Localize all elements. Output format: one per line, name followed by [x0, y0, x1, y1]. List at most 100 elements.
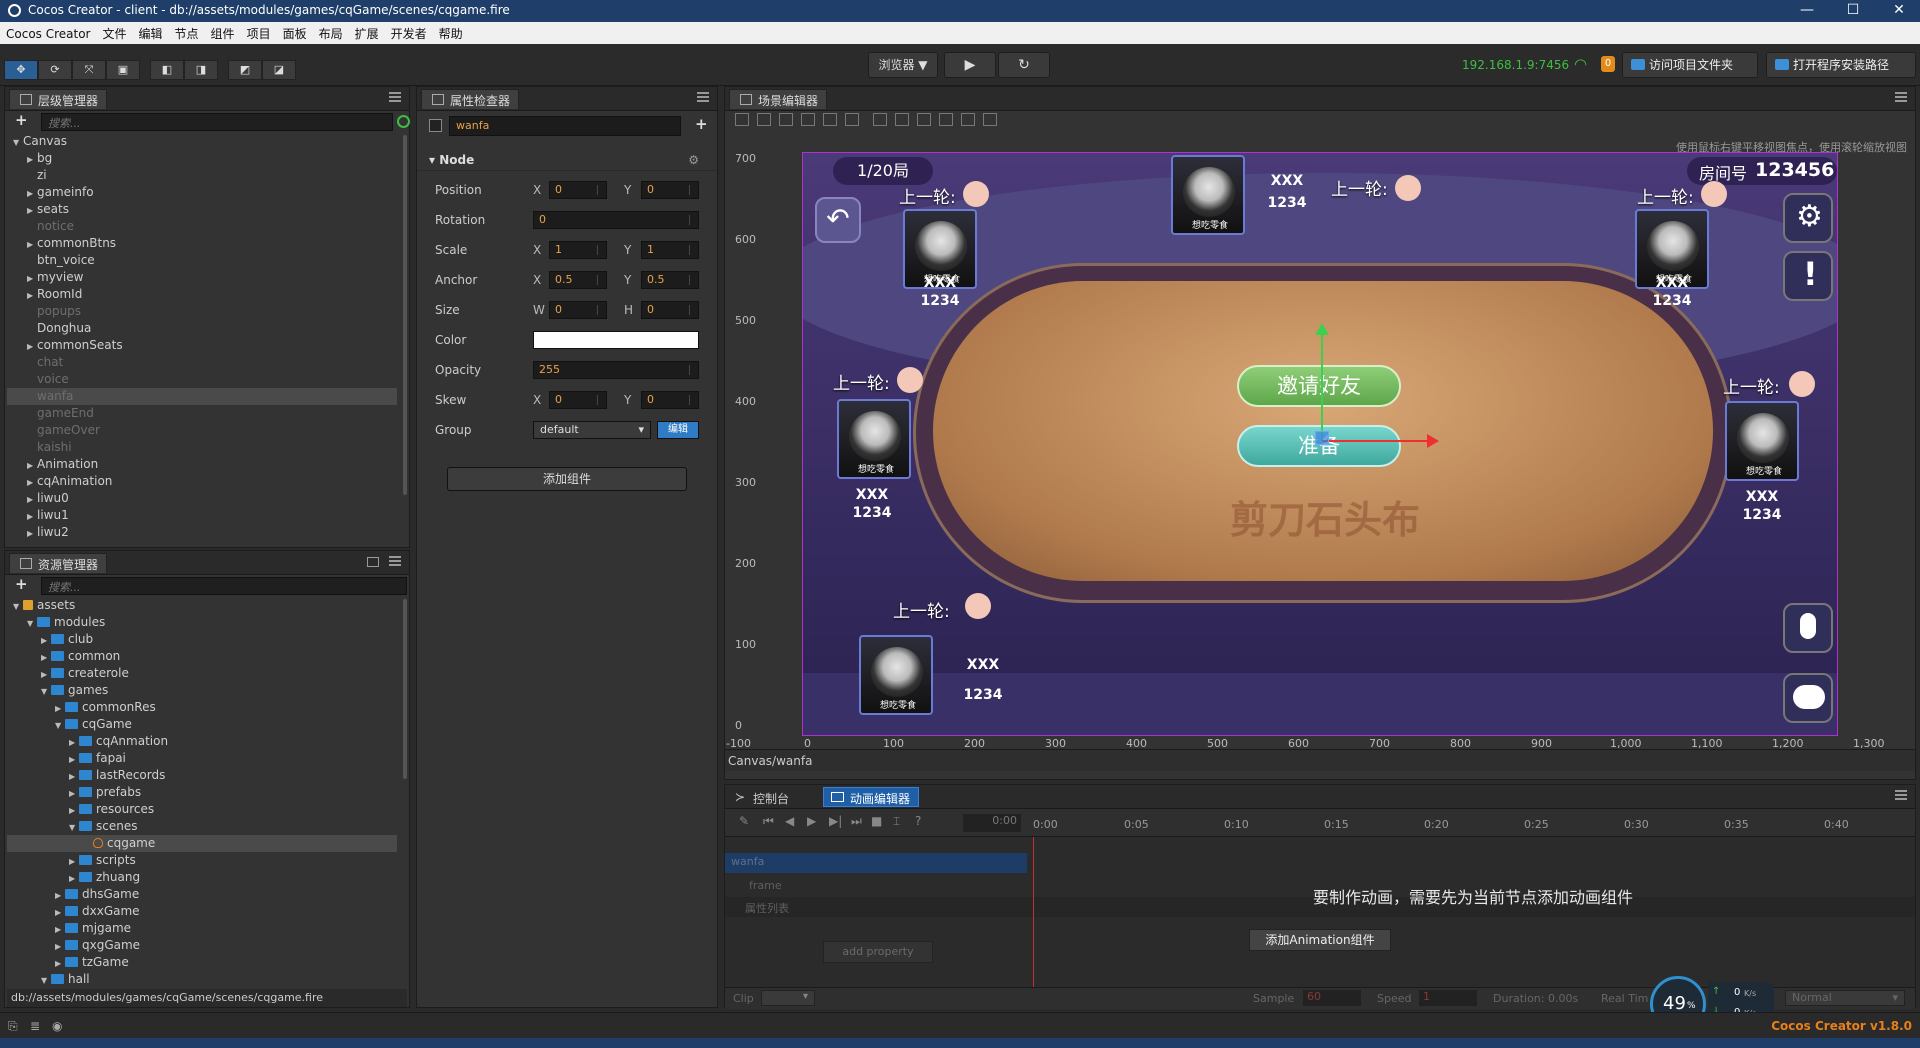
assets-tab[interactable]: 资源管理器 — [9, 553, 108, 573]
gizmo-y-arrow-icon[interactable] — [1315, 323, 1329, 335]
assets-scrollbar[interactable] — [403, 599, 407, 779]
chevron-right-icon[interactable]: ▶ — [41, 649, 51, 666]
chevron-right-icon[interactable]: ▶ — [55, 887, 65, 904]
tree-item[interactable]: ▼ scenes — [7, 818, 397, 835]
tree-item[interactable]: zi — [7, 167, 397, 184]
chevron-right-icon[interactable]: ▶ — [27, 457, 37, 474]
jump-first-icon[interactable]: ⏮ — [763, 814, 774, 829]
tree-item[interactable]: ▶ gameinfo — [7, 184, 397, 201]
distribute-right-icon[interactable] — [983, 113, 997, 126]
tree-item[interactable]: ▶ dhsGame — [7, 886, 397, 903]
tree-item[interactable]: popups — [7, 303, 397, 320]
preview-platform-select[interactable]: 浏览器 ▼ — [868, 52, 938, 78]
chevron-right-icon[interactable]: ▶ — [55, 921, 65, 938]
add-event-icon[interactable]: ⌶ — [893, 814, 900, 829]
chevron-down-icon[interactable]: ▼ — [69, 819, 79, 836]
menu-edit[interactable]: 编辑 — [133, 22, 169, 42]
gizmo-x-axis[interactable] — [1322, 440, 1430, 442]
align-right-icon[interactable] — [845, 113, 859, 126]
tree-item[interactable]: cqgame — [7, 835, 397, 852]
rotate-tool-icon[interactable]: ⟳ — [38, 60, 72, 80]
add-node-icon[interactable]: + — [15, 111, 28, 129]
tree-item[interactable]: ▼ assets — [7, 597, 397, 614]
position-y-input[interactable]: 0 — [641, 181, 699, 199]
clip-select[interactable]: ▾ — [761, 990, 815, 1006]
tree-item[interactable]: ▶ bg — [7, 150, 397, 167]
align-vcenter-icon[interactable] — [757, 113, 771, 126]
tree-item[interactable]: ▶ prefabs — [7, 784, 397, 801]
maximize-button[interactable]: ☐ — [1830, 0, 1876, 22]
rules-button[interactable]: ! — [1783, 251, 1833, 301]
chevron-right-icon[interactable]: ▶ — [27, 236, 37, 253]
help-icon[interactable]: ? — [915, 814, 921, 828]
add-icon[interactable]: + — [695, 115, 708, 133]
panel-menu-icon[interactable] — [1895, 790, 1907, 800]
voice-button[interactable] — [1783, 603, 1833, 653]
chevron-down-icon[interactable]: ▼ — [41, 683, 51, 700]
panel-menu-icon[interactable] — [389, 92, 401, 102]
tree-item[interactable]: Donghua — [7, 320, 397, 337]
chevron-right-icon[interactable]: ▶ — [55, 938, 65, 955]
menu-cocos[interactable]: Cocos Creator — [0, 24, 97, 41]
notification-badge[interactable]: 0 — [1601, 56, 1615, 72]
menu-extension[interactable]: 扩展 — [349, 22, 385, 42]
chevron-right-icon[interactable]: ▶ — [69, 785, 79, 802]
opacity-input[interactable]: 255 — [533, 361, 699, 379]
close-button[interactable]: ✕ — [1876, 0, 1920, 22]
size-h-input[interactable]: 0 — [641, 301, 699, 319]
playhead[interactable] — [1033, 837, 1034, 1009]
gear-icon[interactable]: ⚙ — [688, 153, 699, 167]
group-edit-button[interactable]: 编辑 — [657, 421, 699, 439]
chevron-right-icon[interactable]: ▶ — [27, 185, 37, 202]
chevron-right-icon[interactable]: ▶ — [27, 474, 37, 491]
gizmo-y-axis[interactable] — [1321, 329, 1323, 441]
size-w-input[interactable]: 0 — [549, 301, 607, 319]
menu-help[interactable]: 帮助 — [433, 22, 469, 42]
play-button[interactable]: ▶ — [944, 52, 996, 78]
align-hcenter-icon[interactable] — [823, 113, 837, 126]
chevron-right-icon[interactable]: ▶ — [69, 751, 79, 768]
anchor-y-input[interactable]: 0.5 — [641, 271, 699, 289]
menu-layout[interactable]: 布局 — [313, 22, 349, 42]
tree-item[interactable]: ▶ tzGame — [7, 954, 397, 971]
chevron-right-icon[interactable]: ▶ — [69, 870, 79, 887]
jump-last-icon[interactable]: ⏭ — [851, 814, 862, 829]
back-button[interactable]: ↶ — [815, 197, 861, 243]
chevron-right-icon[interactable]: ▶ — [55, 955, 65, 972]
chevron-down-icon[interactable]: ▼ — [13, 598, 23, 615]
refresh-button[interactable]: ↻ — [998, 52, 1050, 78]
menu-panel[interactable]: 面板 — [277, 22, 313, 42]
tree-item[interactable]: ▶ commonRes — [7, 699, 397, 716]
open-install-path-button[interactable]: 打开程序安装路径 — [1766, 52, 1916, 78]
scale-x-input[interactable]: 1 — [549, 241, 607, 259]
chevron-right-icon[interactable]: ▶ — [69, 768, 79, 785]
pivot-toggle-icon[interactable]: ◧ — [150, 60, 184, 80]
tree-item[interactable]: ▶ commonBtns — [7, 235, 397, 252]
tree-item[interactable]: wanfa — [7, 388, 397, 405]
skew-x-input[interactable]: 0 — [549, 391, 607, 409]
menu-file[interactable]: 文件 — [97, 22, 133, 42]
assets-search-input[interactable]: 搜索... — [41, 577, 407, 595]
open-project-folder-button[interactable]: 访问项目文件夹 — [1622, 52, 1758, 78]
tree-item[interactable]: ▶ dxxGame — [7, 903, 397, 920]
tree-item[interactable]: ▼ games — [7, 682, 397, 699]
hierarchy-search-input[interactable]: 搜索... — [41, 113, 393, 131]
tree-item[interactable]: ▶ createrole — [7, 665, 397, 682]
chevron-right-icon[interactable]: ▶ — [69, 853, 79, 870]
color-swatch[interactable] — [533, 331, 699, 349]
database-icon[interactable]: ≣ — [30, 1019, 40, 1033]
tree-item[interactable]: gameEnd — [7, 405, 397, 422]
node-name-input[interactable]: wanfa — [449, 116, 681, 136]
animation-editor-tab[interactable]: 动画编辑器 — [823, 787, 920, 807]
tree-item[interactable]: ▶ liwu0 — [7, 490, 397, 507]
tree-item[interactable]: ▶ lastRecords — [7, 767, 397, 784]
node-section-header[interactable]: ▾ Node ⚙ — [417, 151, 717, 171]
menu-component[interactable]: 组件 — [205, 22, 241, 42]
console-tab[interactable]: ≻ 控制台 — [729, 787, 797, 807]
tree-item[interactable]: ▶ cqAnimation — [7, 473, 397, 490]
chevron-right-icon[interactable]: ▶ — [41, 666, 51, 683]
panel-menu-icon[interactable] — [697, 92, 709, 102]
add-property-button[interactable]: add property — [823, 941, 933, 963]
scale-tool-icon[interactable]: ⤧ — [72, 60, 106, 80]
tree-item[interactable]: ▶ qxgGame — [7, 937, 397, 954]
